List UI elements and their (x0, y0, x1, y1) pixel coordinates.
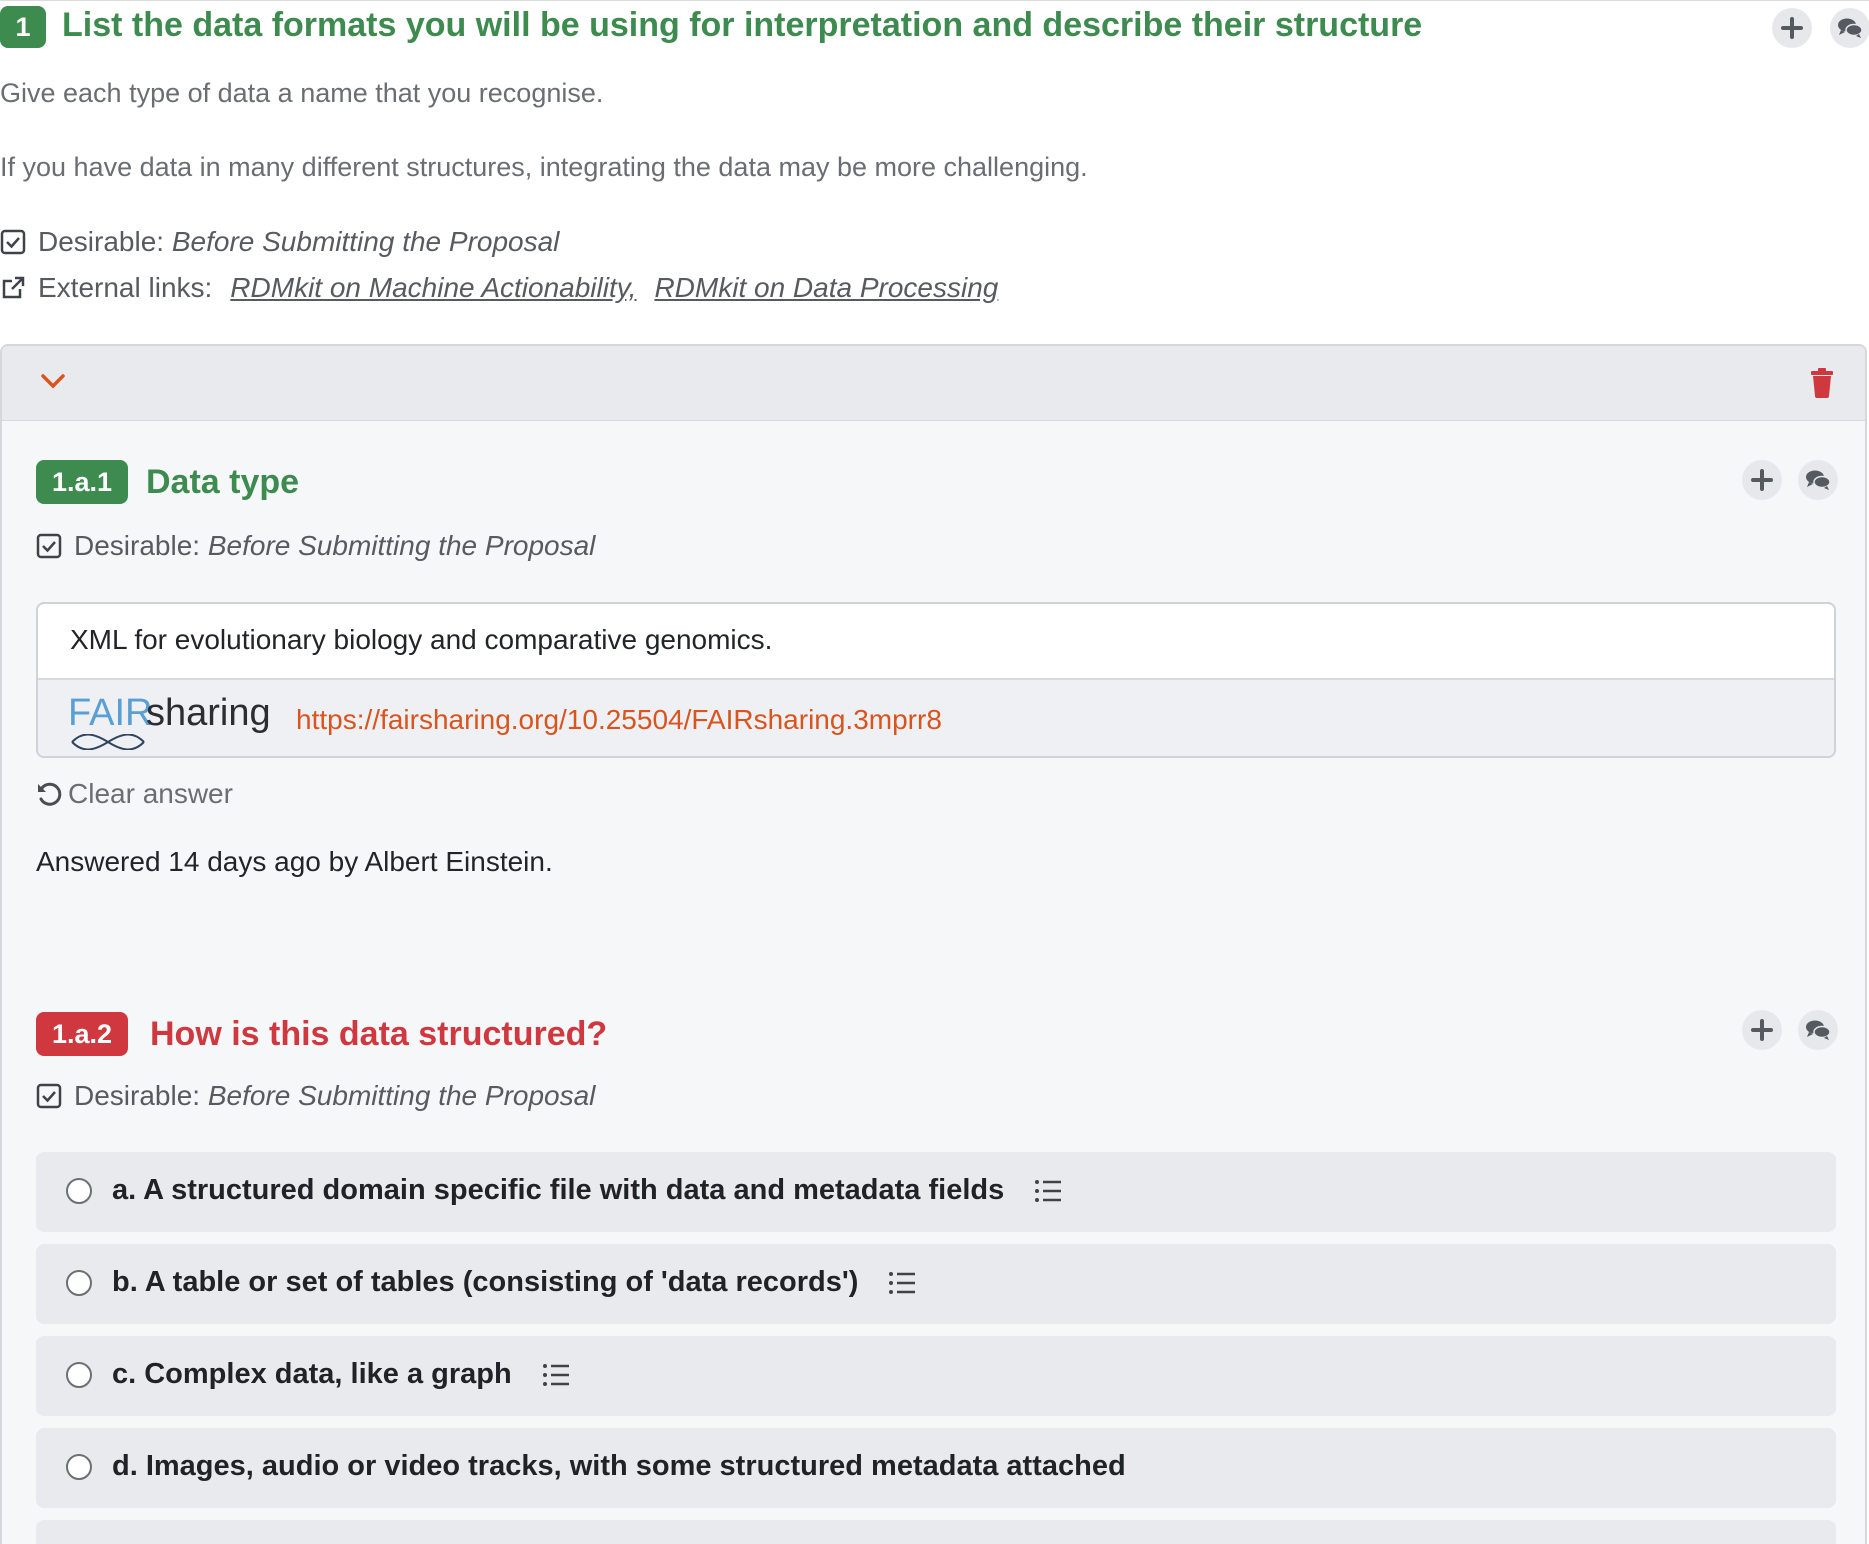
external-link-icon (2, 276, 25, 299)
subquestion-data-type-header: 1.a.1 Data type (36, 460, 1836, 504)
chevron-down-icon[interactable] (40, 373, 66, 391)
link-rdmkit-data-processing[interactable]: RDMkit on Data Processing (654, 272, 998, 304)
top-divider (0, 0, 1869, 1)
list-icon (1035, 1179, 1062, 1202)
check-square-icon (36, 533, 62, 559)
option-b[interactable]: b. A table or set of tables (consisting … (36, 1244, 1836, 1324)
comments-icon (1806, 470, 1831, 490)
option-label: c. Complex data, like a graph (112, 1358, 512, 1390)
trash-icon[interactable] (1810, 368, 1834, 398)
comments-icon (1806, 1020, 1831, 1040)
fairsharing-link[interactable]: https://fairsharing.org/10.25504/FAIRsha… (296, 704, 942, 736)
desirable-label: Desirable: (38, 226, 165, 257)
fairsharing-wave-icon (71, 734, 145, 750)
subquestion-number-badge: 1.a.2 (36, 1012, 129, 1056)
item-panel-header (2, 346, 1865, 421)
list-icon (542, 1363, 569, 1386)
fairsharing-logo: FAIR sharing (68, 690, 282, 750)
desirable-line: Desirable: Before Submitting the Proposa… (36, 530, 595, 562)
radio-button[interactable] (66, 1270, 92, 1296)
comments-button[interactable] (1798, 460, 1838, 500)
comments-button[interactable] (1798, 1010, 1838, 1050)
logo-text-fair: FAIR (68, 692, 153, 734)
add-comment-button[interactable] (1742, 1010, 1782, 1050)
option-label: b. A table or set of tables (consisting … (112, 1266, 859, 1298)
desirable-value: Before Submitting the Proposal (207, 530, 596, 561)
clear-answer-button[interactable]: Clear answer (36, 778, 233, 810)
option-a[interactable]: a. A structured domain specific file wit… (36, 1152, 1836, 1232)
list-icon (889, 1271, 916, 1294)
check-square-icon (36, 1083, 62, 1109)
desirable-label: Desirable: (74, 530, 201, 561)
desirable-value: Before Submitting the Proposal (171, 226, 560, 257)
answer-text: XML for evolutionary biology and compara… (70, 624, 773, 655)
radio-button[interactable] (66, 1178, 92, 1204)
desirable-line: Desirable: Before Submitting the Proposa… (36, 1080, 595, 1112)
question-title: List the data formats you will be using … (62, 6, 1423, 44)
option-c[interactable]: c. Complex data, like a graph (36, 1336, 1836, 1416)
plus-icon (1751, 1019, 1773, 1041)
subquestion-structure-header: 1.a.2 How is this data structured? (36, 1012, 1836, 1056)
plus-icon (1781, 17, 1803, 39)
question-header: 1 List the data formats you will be usin… (0, 6, 1869, 48)
desirable-line: Desirable: Before Submitting the Proposa… (0, 226, 559, 258)
add-comment-button[interactable] (1742, 460, 1782, 500)
external-links-line: External links: RDMkit on Machine Action… (0, 272, 998, 304)
answer-source: FAIR sharing https://fairsharing.org/10.… (38, 678, 1834, 756)
check-square-icon (0, 229, 26, 255)
logo-text-sharing: sharing (146, 692, 271, 734)
question-description: Give each type of data a name that you r… (0, 78, 604, 108)
question-number-badge: 1 (0, 6, 46, 48)
link-rdmkit-machine-actionability[interactable]: RDMkit on Machine Actionability, (230, 272, 636, 304)
radio-button[interactable] (66, 1362, 92, 1388)
option-label: a. A structured domain specific file wit… (112, 1174, 1005, 1206)
option-label: d. Images, audio or video tracks, with s… (112, 1450, 1126, 1482)
add-comment-button[interactable] (1772, 8, 1812, 48)
plus-icon (1751, 469, 1773, 491)
undo-icon (38, 782, 62, 806)
desirable-value: Before Submitting the Proposal (207, 1080, 596, 1111)
comments-button[interactable] (1830, 8, 1869, 48)
external-links-label: External links: (38, 272, 213, 303)
option-e-partial[interactable] (36, 1520, 1836, 1544)
question-description-extra: If you have data in many different struc… (0, 152, 1088, 182)
radio-button[interactable] (66, 1454, 92, 1480)
answered-info: Answered 14 days ago by Albert Einstein. (36, 846, 553, 877)
answer-selection-box[interactable]: XML for evolutionary biology and compara… (36, 602, 1836, 758)
item-panel: 1.a.1 Data type Desirable: Before Submit… (0, 344, 1867, 1544)
subquestion-title: Data type (146, 463, 300, 501)
subquestion-number-badge: 1.a.1 (36, 460, 129, 504)
desirable-label: Desirable: (74, 1080, 201, 1111)
subquestion-title: How is this data structured? (150, 1015, 608, 1053)
comments-icon (1838, 18, 1863, 38)
option-d[interactable]: d. Images, audio or video tracks, with s… (36, 1428, 1836, 1508)
clear-answer-label: Clear answer (68, 778, 233, 809)
